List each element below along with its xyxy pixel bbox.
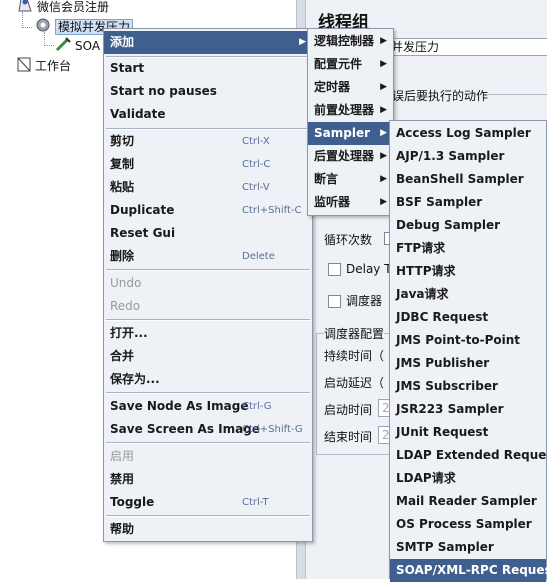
sampler-item[interactable]: Java请求	[390, 283, 546, 306]
sampler-item[interactable]: JMS Point-to-Point	[390, 329, 546, 352]
sampler-item[interactable]: JDBC Request	[390, 306, 546, 329]
submenu-arrow-icon: ▶	[299, 37, 306, 47]
menu-item-help[interactable]: 帮助	[104, 518, 312, 541]
menu-item-duplicate[interactable]: Duplicate Ctrl+Shift-C	[104, 199, 312, 222]
menu-item-redo[interactable]: Redo	[104, 295, 312, 318]
submenu-item-post-processor[interactable]: 后置处理器 ▶	[308, 145, 393, 168]
tree-item-label: 工作台	[35, 59, 72, 73]
menu-item-open[interactable]: 打开...	[104, 322, 312, 345]
menu-separator	[106, 319, 310, 321]
sampler-item[interactable]: JMS Publisher	[390, 352, 546, 375]
submenu-item-logic-controller[interactable]: 逻辑控制器 ▶	[308, 30, 393, 53]
scheduler-config-label: 调度器配置	[324, 325, 385, 342]
menu-item-start-no-pauses[interactable]: Start no pauses	[104, 80, 312, 103]
menu-item-delete[interactable]: 删除 Delete	[104, 245, 312, 268]
menu-item-validate[interactable]: Validate	[104, 103, 312, 126]
menu-item-disable[interactable]: 禁用	[104, 468, 312, 491]
sampler-item[interactable]: BSF Sampler	[390, 191, 546, 214]
pipette-icon	[54, 36, 72, 57]
error-action-label: 误后要执行的动作	[392, 87, 489, 104]
context-menu: 添加 ▶ Start Start no pauses Validate 剪切 Ctr…	[103, 28, 313, 542]
menu-separator	[106, 442, 310, 444]
workbench-icon	[16, 56, 32, 77]
menu-item-undo[interactable]: Undo	[104, 272, 312, 295]
submenu-arrow-icon: ▶	[380, 36, 387, 46]
menu-item-copy[interactable]: 复制 Ctrl-C	[104, 153, 312, 176]
end-time-label: 结束时间	[324, 430, 373, 444]
submenu-arrow-icon: ▶	[380, 151, 387, 161]
submenu-item-listener[interactable]: 监听器 ▶	[308, 191, 393, 214]
submenu-arrow-icon: ▶	[380, 197, 387, 207]
menu-separator	[106, 392, 310, 394]
sampler-item[interactable]: AJP/1.3 Sampler	[390, 145, 546, 168]
sampler-item[interactable]: SMTP Sampler	[390, 536, 546, 559]
sampler-item[interactable]: OS Process Sampler	[390, 513, 546, 536]
tree-item-soap-sampler[interactable]: SOA	[54, 36, 100, 54]
menu-item-toggle[interactable]: Toggle Ctrl-T	[104, 491, 312, 514]
menu-item-reset-gui[interactable]: Reset Gui	[104, 222, 312, 245]
tree-item-test-plan[interactable]: 微信会员注册	[18, 0, 109, 16]
submenu-arrow-icon: ▶	[380, 174, 387, 184]
menu-item-paste[interactable]: 粘贴 Ctrl-V	[104, 176, 312, 199]
submenu-item-config-element[interactable]: 配置元件 ▶	[308, 53, 393, 76]
sampler-item[interactable]: HTTP请求	[390, 260, 546, 283]
scheduler-checkbox[interactable]	[328, 295, 341, 308]
add-submenu: 逻辑控制器 ▶ 配置元件 ▶ 定时器 ▶ 前置处理器 ▶ Sampler ▶ 后置处理器 ▶…	[307, 28, 394, 216]
startup-delay-label: 启动延迟（	[324, 376, 385, 390]
menu-item-save-node-as-image[interactable]: Save Node As Image Ctrl-G	[104, 395, 312, 418]
sampler-item[interactable]: Debug Sampler	[390, 214, 546, 237]
sampler-item[interactable]: LDAP Extended Request	[390, 444, 547, 467]
delay-checkbox[interactable]	[328, 263, 341, 276]
name-field[interactable]: 并发压力	[384, 38, 547, 56]
menu-item-enable[interactable]: 启用	[104, 445, 312, 468]
sampler-item[interactable]: FTP请求	[390, 237, 546, 260]
scheduler-label: 调度器	[346, 294, 383, 308]
test-plan-icon	[18, 0, 34, 17]
menu-item-add[interactable]: 添加 ▶	[104, 31, 312, 54]
tree-item-label: SOA	[75, 39, 101, 53]
menu-item-start[interactable]: Start	[104, 57, 312, 80]
menu-separator	[106, 269, 310, 271]
submenu-item-timer[interactable]: 定时器 ▶	[308, 76, 393, 99]
submenu-item-pre-processor[interactable]: 前置处理器 ▶	[308, 99, 393, 122]
submenu-arrow-icon: ▶	[380, 128, 387, 138]
start-time-label: 启动时间	[324, 403, 373, 417]
name-value: 并发压力	[391, 40, 440, 54]
scheduler-option[interactable]: 调度器	[328, 292, 382, 309]
sampler-item[interactable]: JSR223 Sampler	[390, 398, 546, 421]
tree-item-label: 微信会员注册	[37, 0, 110, 14]
sampler-item[interactable]: JMS Subscriber	[390, 375, 546, 398]
menu-item-save-screen-as-image[interactable]: Save Screen As Image Ctrl+Shift-G	[104, 418, 312, 441]
duration-label: 持续时间（	[324, 349, 385, 363]
submenu-item-assertion[interactable]: 断言 ▶	[308, 168, 393, 191]
menu-separator	[106, 515, 310, 517]
sampler-item[interactable]: LDAP请求	[390, 467, 546, 490]
menu-item-merge[interactable]: 合并	[104, 345, 312, 368]
sampler-item[interactable]: Mail Reader Sampler	[390, 490, 546, 513]
submenu-arrow-icon: ▶	[380, 105, 387, 115]
sampler-item[interactable]: Access Log Sampler	[390, 122, 546, 145]
sampler-item[interactable]: BeanShell Sampler	[390, 168, 546, 191]
gear-icon	[34, 17, 52, 38]
sampler-submenu: Access Log Sampler AJP/1.3 Sampler BeanS…	[389, 120, 547, 582]
submenu-arrow-icon: ▶	[380, 59, 387, 69]
submenu-arrow-icon: ▶	[380, 82, 387, 92]
loop-count-label: 循环次数	[324, 233, 373, 247]
menu-item-save-as[interactable]: 保存为...	[104, 368, 312, 391]
sampler-item[interactable]: JUnit Request	[390, 421, 546, 444]
tree-item-workbench[interactable]: 工作台	[16, 56, 71, 74]
submenu-item-sampler[interactable]: Sampler ▶	[308, 122, 393, 145]
menu-item-cut[interactable]: 剪切 Ctrl-X	[104, 130, 312, 153]
